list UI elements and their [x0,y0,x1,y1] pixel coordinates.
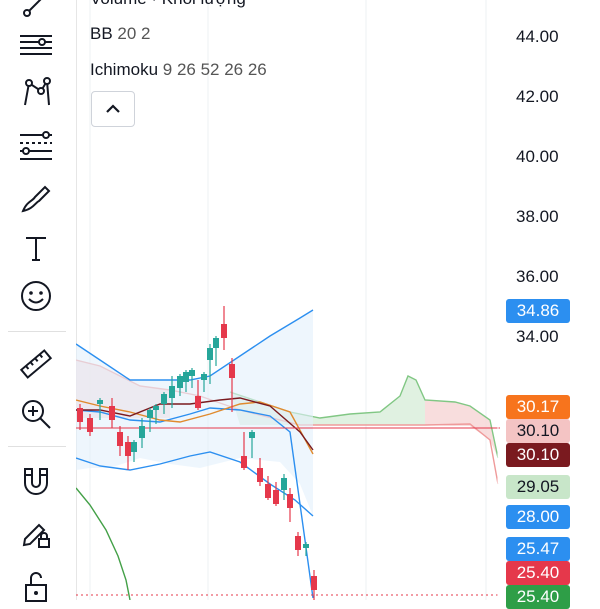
chevron-up-icon [106,104,120,113]
price-badge: 30.17 [506,395,570,419]
price-badge: 30.10 [506,419,570,443]
pattern-icon[interactable] [14,72,58,116]
brush-icon[interactable] [14,176,58,220]
candle-body [195,396,201,408]
candle-body [77,408,83,422]
candle-body [125,442,131,456]
price-axis-label: 40.00 [516,147,559,166]
candle-body [265,484,271,498]
legend-volume-label: Volume · Khối lượng [90,0,246,8]
candle-body [311,576,317,590]
price-axis-label: 42.00 [516,87,559,106]
legend-bb[interactable]: BB 20 2 [90,24,151,44]
emoji-icon[interactable] [14,274,58,318]
candle-body [153,406,159,410]
ruler-icon[interactable] [14,342,58,386]
legend-ichimoku[interactable]: Ichimoku 9 26 52 26 26 [90,60,267,80]
candle-body [295,536,301,550]
legend-bb-params: 20 2 [117,24,151,43]
price-badge: 30.10 [506,443,570,467]
legend-bb-name: BB [90,24,113,43]
candle-body [249,432,255,438]
candle-body [189,370,195,376]
candle-body [241,456,247,468]
price-badge: 34.86 [506,299,570,323]
price-axis-label: 38.00 [516,207,559,226]
candle-body [147,410,153,418]
fib-icon[interactable] [14,124,58,168]
text-icon[interactable] [14,226,58,270]
price-axis-label: 44.00 [516,27,559,46]
price-axis-label: 34.00 [516,327,559,346]
candle-body [177,376,183,388]
zoom-in-icon[interactable] [14,392,58,436]
candle-body [117,432,123,446]
horizontal-lines-icon[interactable] [14,22,58,66]
candle-body [257,468,263,482]
candle-body [201,374,207,380]
candle-body [87,418,93,432]
candle-body [97,400,103,404]
lock-drawing-icon[interactable] [14,512,58,556]
candle-body [229,364,235,378]
candle-body [161,394,167,404]
candle-body [303,544,309,548]
magnet-icon[interactable] [14,460,58,504]
price-badge: 25.47 [506,537,570,561]
candle-body [139,426,145,438]
price-axis-label: 36.00 [516,267,559,286]
candle-body [109,406,115,420]
price-badge: 29.05 [506,475,570,499]
grid [89,0,487,600]
candle-body [169,386,175,398]
candle-body [281,478,287,490]
candle-body [287,494,293,508]
drawing-toolbar [0,0,77,602]
unlock-icon[interactable] [14,564,58,608]
price-badge: 28.00 [506,505,570,529]
legend-ichimoku-name: Ichimoku [90,60,159,79]
legend-volume[interactable]: Volume · Khối lượng [90,0,246,9]
candle-body [221,324,227,338]
candle-body [213,338,219,348]
chikou-line [76,487,131,600]
candle-body [207,348,213,360]
candle-body [131,442,137,452]
toolbar-divider [8,446,66,447]
legend-ichimoku-params: 9 26 52 26 26 [162,60,267,79]
toolbar-divider [8,331,66,332]
candle-body [273,490,279,504]
candle-body [183,372,189,382]
collapse-legend-button[interactable] [91,91,135,127]
price-badge: 25.40 [506,561,570,585]
ichimoku-cloud-red-right [425,400,498,458]
price-badge: 25.40 [506,585,570,609]
